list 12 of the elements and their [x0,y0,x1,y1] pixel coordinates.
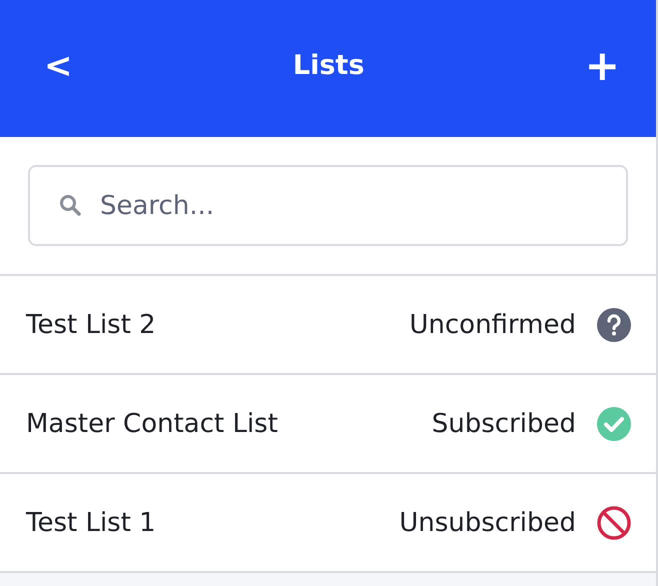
page-title: Lists [292,50,364,81]
list-name: Test List 2 [26,310,157,340]
list-name: Master Contact List [26,408,279,438]
add-button[interactable]: + [580,44,624,86]
back-button[interactable]: < [40,48,76,82]
list-name: Test List 1 [26,508,157,538]
search-field[interactable]: Search... [28,165,628,246]
status-label: Unsubscribed [399,508,576,538]
list-row[interactable]: Master Contact List Subscribed [0,375,656,474]
status-label: Unconfirmed [409,310,576,340]
status-label: Subscribed [432,408,576,438]
list-row[interactable]: Test List 2 Unconfirmed [0,276,656,375]
